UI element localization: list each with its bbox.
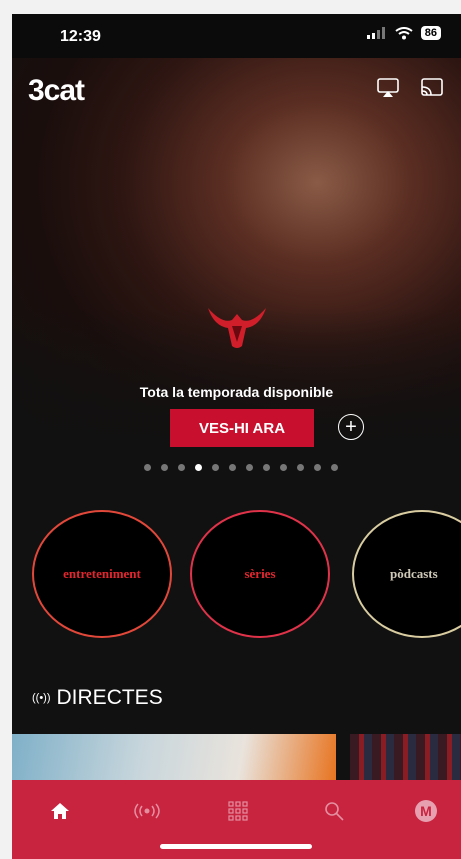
live-radio-icon: ((•)) [32, 692, 51, 704]
carousel-dot[interactable] [246, 464, 253, 471]
battery-indicator: 86 [420, 26, 441, 40]
category-series[interactable]: sèries [190, 510, 330, 638]
wifi-icon [395, 26, 413, 39]
carousel-dot[interactable] [212, 464, 219, 471]
carousel-dot[interactable] [314, 464, 321, 471]
cast-icon[interactable] [421, 78, 443, 96]
carousel-dot[interactable] [178, 464, 185, 471]
hero-actions [377, 78, 443, 98]
carousel-dot[interactable] [297, 464, 304, 471]
carousel-dot[interactable] [144, 464, 151, 471]
carousel-dot[interactable] [280, 464, 287, 471]
home-icon [51, 803, 69, 819]
carousel-dot[interactable] [263, 464, 270, 471]
watch-now-button[interactable]: VES-HI ARA [170, 409, 314, 447]
nav-live[interactable] [127, 796, 167, 826]
nav-profile[interactable]: M [406, 796, 446, 826]
carousel-indicator[interactable] [144, 464, 338, 471]
nav-home[interactable] [40, 796, 80, 826]
search-icon [325, 802, 344, 821]
live-icon [134, 803, 160, 819]
add-to-list-button[interactable]: + [338, 414, 364, 440]
show-logo-bull [208, 308, 266, 348]
carousel-dot[interactable] [161, 464, 168, 471]
status-time: 12:39 [60, 28, 101, 45]
section-title: DIRECTES [56, 686, 163, 709]
nav-catalog[interactable] [218, 796, 258, 826]
hero-tagline: Tota la temporada disponible [139, 384, 334, 400]
grid-icon [228, 801, 248, 821]
phone-screen: 12:39 86 3cat Tota la temporada disponib… [12, 14, 461, 859]
carousel-dot[interactable] [195, 464, 202, 471]
carousel-dot[interactable] [229, 464, 236, 471]
hero-cta-row: VES-HI ARA + [12, 409, 461, 449]
home-indicator [160, 844, 312, 849]
category-podcasts[interactable]: pòdcasts [352, 510, 461, 638]
signal-icon [366, 27, 385, 39]
status-indicators: 86 [366, 26, 441, 40]
airplay-icon[interactable] [377, 78, 399, 98]
app-logo[interactable]: 3cat [28, 74, 85, 108]
status-bar: 12:39 86 [12, 14, 461, 58]
carousel-dot[interactable] [331, 464, 338, 471]
avatar: M [415, 800, 437, 822]
section-directes: ((•)) DIRECTES [32, 686, 163, 710]
category-entreteniment[interactable]: entreteniment [32, 510, 172, 638]
nav-search[interactable] [314, 796, 354, 826]
